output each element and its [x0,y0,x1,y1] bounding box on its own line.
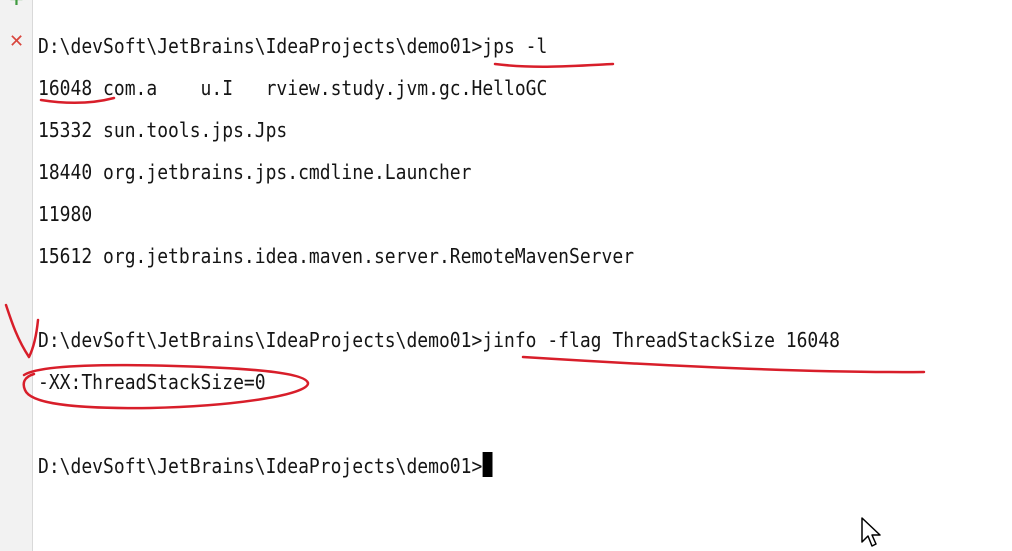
terminal-window: + ✕ D:\devSoft\JetBrains\IdeaProjects\de… [0,0,1012,551]
jinfo-output-line: -XX:ThreadStackSize=0 [38,370,266,394]
prompt-line[interactable]: D:\devSoft\JetBrains\IdeaProjects\demo01… [38,451,493,481]
command-line-jps: D:\devSoft\JetBrains\IdeaProjects\demo01… [38,34,548,58]
terminal-gutter: + ✕ [0,0,33,551]
process-line-maven-server: 15612 org.jetbrains.idea.maven.server.Re… [38,244,635,268]
process-line-jps: 15332 sun.tools.jps.Jps [38,118,288,142]
process-line-launcher: 18440 org.jetbrains.jps.cmdline.Launcher [38,160,472,184]
mouse-pointer-icon [861,517,881,547]
process-line-hellogc: 16048 com.a u.I rview.study.jvm.gc.Hello… [38,76,548,100]
close-icon[interactable]: ✕ [8,33,25,51]
command-line-jinfo: D:\devSoft\JetBrains\IdeaProjects\demo01… [38,328,840,352]
text-cursor [482,452,493,477]
add-icon[interactable]: + [8,0,25,9]
process-line-11980: 11980 [38,202,93,226]
prompt-text: D:\devSoft\JetBrains\IdeaProjects\demo01… [38,454,483,478]
terminal-output[interactable]: D:\devSoft\JetBrains\IdeaProjects\demo01… [38,0,998,551]
